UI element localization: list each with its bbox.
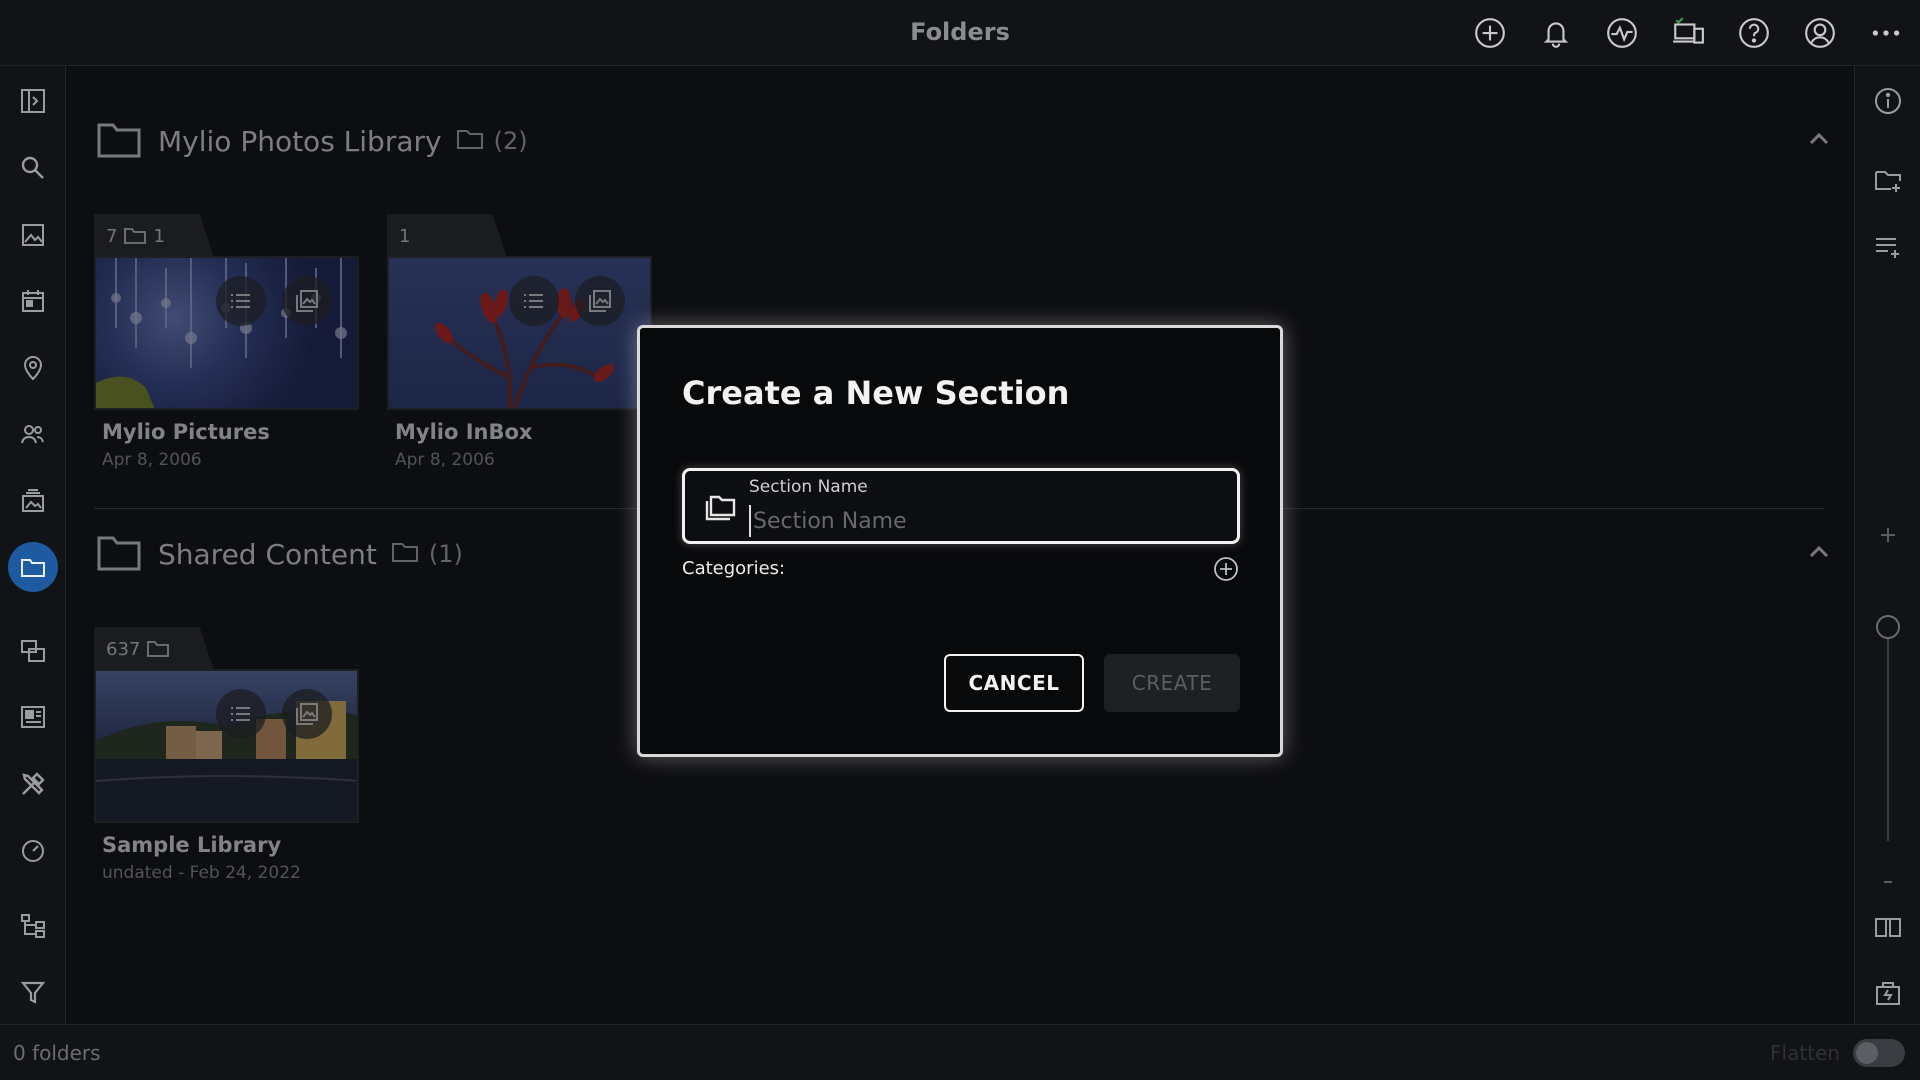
duplicates-icon[interactable]: [8, 626, 58, 676]
folder-name: Mylio InBox: [395, 420, 533, 444]
folder-thumbnail[interactable]: [94, 669, 359, 823]
zoom-out-icon[interactable]: [1869, 863, 1907, 901]
folder-card-tab: 1: [387, 214, 507, 258]
collapse-chevron-icon[interactable]: [1804, 537, 1834, 567]
folders-stack-icon: [705, 495, 736, 521]
top-bar: Folders: [0, 0, 1920, 66]
gallery-view-icon[interactable]: [282, 689, 332, 739]
folder-icon: [96, 119, 142, 163]
zoom-slider-track[interactable]: [1887, 626, 1889, 841]
folder-thumbnail[interactable]: [94, 256, 359, 410]
hierarchy-icon[interactable]: [8, 901, 58, 951]
photo-count: 1: [399, 225, 411, 247]
section-header[interactable]: Shared Content (1): [96, 529, 463, 579]
info-icon[interactable]: [1869, 82, 1907, 120]
notifications-bell-icon[interactable]: [1537, 14, 1575, 52]
folder-card-tab: 7 1: [94, 214, 214, 258]
cancel-button[interactable]: CANCEL: [944, 654, 1084, 712]
subfolder-count: 1: [153, 225, 165, 247]
gallery-view-icon[interactable]: [282, 276, 332, 326]
add-category-icon[interactable]: [1212, 555, 1240, 583]
tools-icon[interactable]: [8, 759, 58, 809]
folder-icon: [391, 540, 419, 568]
calendar-icon[interactable]: [8, 276, 58, 326]
export-icon[interactable]: [1869, 974, 1907, 1012]
list-view-icon[interactable]: [216, 276, 266, 326]
right-sidebar: [1854, 66, 1920, 1069]
add-icon[interactable]: [1471, 14, 1509, 52]
section-count: (1): [428, 540, 463, 568]
folder-name: Sample Library: [102, 833, 282, 857]
book-icon[interactable]: [1869, 908, 1907, 946]
photos-icon[interactable]: [8, 210, 58, 260]
zoom-slider-handle[interactable]: [1876, 615, 1900, 639]
activity-pulse-icon[interactable]: [1603, 14, 1641, 52]
field-label: Section Name: [749, 477, 868, 497]
create-button[interactable]: CREATE: [1104, 654, 1240, 712]
folders-icon[interactable]: [8, 542, 58, 592]
new-folder-icon[interactable]: [1869, 162, 1907, 200]
section-header[interactable]: Mylio Photos Library (2): [96, 116, 528, 166]
dialog-title: Create a New Section: [682, 374, 1070, 412]
map-pin-icon[interactable]: [8, 343, 58, 393]
folder-count: 0 folders: [13, 1041, 101, 1065]
devices-icon[interactable]: [1669, 14, 1707, 52]
folder-date: Apr 8, 2006: [102, 450, 202, 470]
section-count: (2): [493, 127, 528, 155]
list-view-icon[interactable]: [216, 689, 266, 739]
folder-card[interactable]: 7 1 Mylio Pictures Apr 8, 2006: [94, 214, 359, 474]
folder-icon: [456, 127, 484, 155]
dashboard-icon[interactable]: [8, 692, 58, 742]
folder-icon: [96, 532, 142, 576]
help-icon[interactable]: [1735, 14, 1773, 52]
photo-count: 7: [106, 225, 118, 247]
gallery-view-icon[interactable]: [575, 276, 625, 326]
folder-icon: [147, 641, 170, 657]
status-bar: 0 folders Flatten: [0, 1024, 1920, 1080]
section-name-field[interactable]: Section Name: [682, 468, 1240, 544]
flatten-toggle[interactable]: [1853, 1039, 1905, 1067]
section-name: Shared Content: [158, 537, 377, 571]
photo-count: 637: [106, 638, 141, 660]
more-options-icon[interactable]: [1867, 14, 1905, 52]
collapse-chevron-icon[interactable]: [1804, 124, 1834, 154]
folder-date: Apr 8, 2006: [395, 450, 495, 470]
left-sidebar: [0, 66, 66, 1024]
speedometer-icon[interactable]: [8, 825, 58, 875]
folder-icon: [124, 228, 147, 244]
add-to-list-icon[interactable]: [1869, 228, 1907, 266]
toggle-sidebar-icon[interactable]: [8, 76, 58, 126]
filter-icon[interactable]: [8, 967, 58, 1017]
folder-thumbnail[interactable]: [387, 256, 652, 410]
zoom-in-icon[interactable]: [1869, 516, 1907, 554]
folder-card-tab: 637: [94, 627, 214, 671]
flatten-label: Flatten: [1770, 1041, 1840, 1065]
folder-card[interactable]: 1 Mylio InBox Apr 8, 2006: [387, 214, 652, 474]
folder-card[interactable]: 637 Sample Library undated - Feb 24, 202…: [94, 627, 359, 887]
section-name: Mylio Photos Library: [158, 124, 442, 158]
account-icon[interactable]: [1801, 14, 1839, 52]
create-section-dialog: Create a New Section Section Name Catego…: [637, 325, 1283, 757]
search-icon[interactable]: [8, 143, 58, 193]
section-name-input[interactable]: [749, 505, 1219, 537]
people-icon[interactable]: [8, 409, 58, 459]
albums-icon[interactable]: [8, 476, 58, 526]
folder-name: Mylio Pictures: [102, 420, 270, 444]
categories-label: Categories:: [682, 558, 786, 579]
list-view-icon[interactable]: [509, 276, 559, 326]
folder-date: undated - Feb 24, 2022: [102, 863, 301, 883]
